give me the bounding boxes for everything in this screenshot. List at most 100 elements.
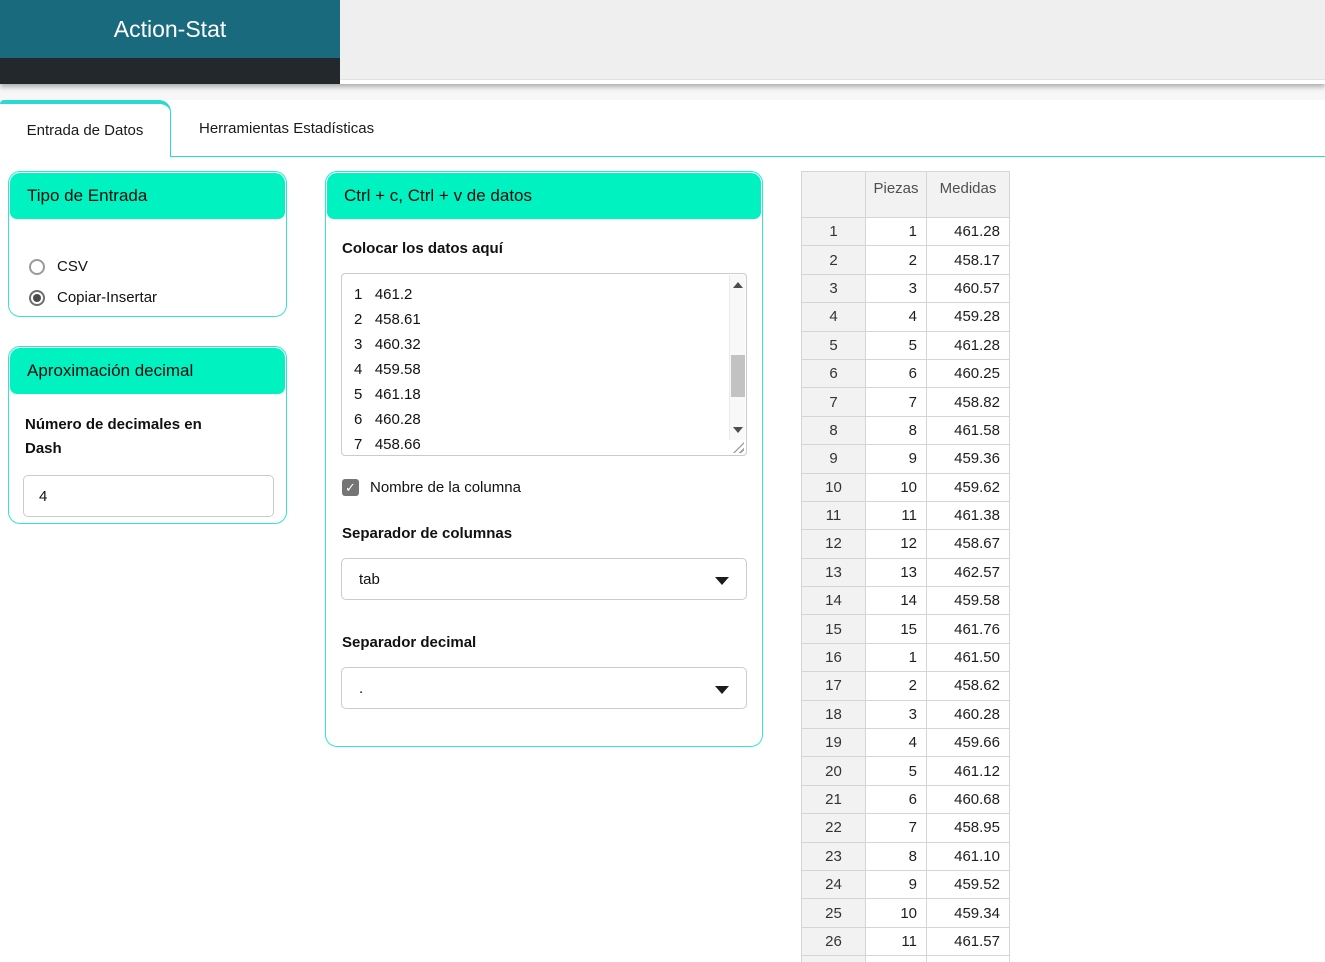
piezas-cell[interactable]: 4 (865, 728, 927, 758)
decimals-input[interactable] (23, 475, 274, 517)
medidas-cell[interactable]: 458.67 (926, 529, 1010, 559)
table-row: 26 11 461.57 (801, 926, 1010, 957)
paste-textarea[interactable]: 15 461.22 1 461.2 2 458.61 3 460.32 4 45… (341, 273, 747, 456)
scroll-down-icon[interactable] (733, 427, 743, 433)
radio-selected-icon (29, 289, 45, 306)
medidas-cell[interactable]: 459.62 (926, 472, 1010, 502)
medidas-cell[interactable]: 461.38 (926, 500, 1010, 531)
row-index-cell: 10 (801, 472, 866, 502)
piezas-cell[interactable]: 6 (865, 784, 927, 815)
scroll-up-icon[interactable] (733, 282, 743, 288)
paste-textarea-content: 15 461.22 1 461.2 2 458.61 3 460.32 4 45… (354, 274, 421, 453)
tab-entrada-de-datos[interactable]: Entrada de Datos (0, 100, 171, 157)
piezas-cell[interactable]: 8 (865, 841, 927, 871)
input-type-radio-group: CSV Copiar-Insertar (9, 220, 286, 316)
medidas-cell[interactable]: 461.58 (926, 415, 1010, 446)
header-gray-panel (340, 0, 1325, 80)
row-index-cell: 11 (801, 500, 866, 531)
row-index-cell: 6 (801, 358, 866, 389)
piezas-cell[interactable]: 2 (865, 245, 927, 275)
piezas-cell[interactable]: 9 (865, 444, 927, 474)
piezas-cell[interactable] (865, 955, 927, 962)
medidas-cell[interactable] (926, 955, 1010, 962)
medidas-cell[interactable]: 462.57 (926, 557, 1010, 588)
tab-herramientas-estadisticas[interactable]: Herramientas Estadísticas (171, 100, 402, 157)
row-index-cell: 3 (801, 273, 866, 304)
data-table: Piezas Medidas 1 1 461.28 2 2 458.17 3 3 460.57 4… (801, 171, 1010, 962)
medidas-cell[interactable]: 461.76 (926, 614, 1010, 644)
scrollbar-thumb[interactable] (731, 355, 745, 397)
column-separator-label: Separador de columnas (342, 525, 513, 542)
medidas-cell[interactable]: 458.62 (926, 671, 1010, 701)
piezas-cell[interactable]: 10 (865, 472, 927, 502)
table-row: 9 9 459.36 (801, 444, 1010, 474)
piezas-cell[interactable]: 7 (865, 387, 927, 417)
medidas-cell[interactable]: 459.36 (926, 444, 1010, 474)
input-type-panel-title: Tipo de Entrada (10, 173, 285, 219)
medidas-cell[interactable]: 459.28 (926, 302, 1010, 332)
piezas-cell[interactable]: 11 (865, 500, 927, 531)
column-name-checkbox-row[interactable]: ✓ Nombre de la columna (342, 479, 746, 496)
radio-option-copiar-insertar[interactable]: Copiar-Insertar (29, 289, 286, 306)
medidas-cell[interactable]: 461.10 (926, 841, 1010, 871)
medidas-cell[interactable]: 458.17 (926, 245, 1010, 275)
row-index-cell: 18 (801, 699, 866, 730)
piezas-cell[interactable]: 15 (865, 614, 927, 644)
medidas-cell[interactable]: 461.50 (926, 642, 1010, 673)
piezas-cell[interactable]: 6 (865, 358, 927, 389)
row-index-cell: 2 (801, 245, 866, 275)
piezas-cell[interactable]: 5 (865, 756, 927, 786)
decimal-separator-select[interactable]: . (341, 667, 747, 709)
tab-label: Herramientas Estadísticas (199, 120, 375, 137)
medidas-cell[interactable]: 458.82 (926, 387, 1010, 417)
medidas-cell[interactable]: 461.12 (926, 756, 1010, 786)
medidas-cell[interactable]: 461.28 (926, 330, 1010, 360)
medidas-cell[interactable]: 461.57 (926, 926, 1010, 957)
textarea-scrollbar[interactable] (729, 275, 745, 440)
table-row: 20 5 461.12 (801, 756, 1010, 786)
piezas-cell[interactable]: 12 (865, 529, 927, 559)
table-row: 12 12 458.67 (801, 529, 1010, 559)
piezas-cell[interactable]: 2 (865, 671, 927, 701)
medidas-cell[interactable]: 459.34 (926, 898, 1010, 928)
piezas-cell[interactable]: 4 (865, 302, 927, 332)
piezas-cell[interactable]: 13 (865, 557, 927, 588)
piezas-cell[interactable]: 3 (865, 273, 927, 304)
resize-grip-icon[interactable] (733, 442, 744, 453)
medidas-cell[interactable]: 460.68 (926, 784, 1010, 815)
table-row: 25 10 459.34 (801, 898, 1010, 928)
piezas-cell[interactable]: 11 (865, 926, 927, 957)
row-index-cell: 8 (801, 415, 866, 446)
row-index-cell: 20 (801, 756, 866, 786)
medidas-cell[interactable]: 460.25 (926, 358, 1010, 389)
piezas-cell[interactable]: 1 (865, 216, 927, 247)
checkbox-checked-icon[interactable]: ✓ (342, 479, 359, 496)
piezas-cell[interactable]: 10 (865, 898, 927, 928)
main-content: Tipo de Entrada CSV Copiar-Insertar Apro… (0, 171, 1325, 962)
medidas-cell[interactable]: 458.95 (926, 813, 1010, 843)
piezas-cell[interactable]: 5 (865, 330, 927, 360)
medidas-cell[interactable]: 461.28 (926, 216, 1010, 247)
checkbox-label: Nombre de la columna (370, 479, 521, 496)
medidas-cell[interactable]: 459.66 (926, 728, 1010, 758)
row-index-cell: 19 (801, 728, 866, 758)
medidas-cell[interactable]: 460.57 (926, 273, 1010, 304)
row-index-cell: 16 (801, 642, 866, 673)
row-index-cell: 24 (801, 869, 866, 900)
radio-option-csv[interactable]: CSV (29, 258, 286, 275)
piezas-cell[interactable]: 1 (865, 642, 927, 673)
table-row: 14 14 459.58 (801, 586, 1010, 616)
data-table-body: 1 1 461.28 2 2 458.17 3 3 460.57 4 4 459.28 5 5 461.28… (801, 216, 1010, 962)
app-title: Action-Stat (113, 15, 227, 42)
piezas-cell[interactable]: 8 (865, 415, 927, 446)
piezas-header-cell: Piezas (865, 171, 927, 218)
medidas-cell[interactable]: 460.28 (926, 699, 1010, 730)
piezas-cell[interactable]: 3 (865, 699, 927, 730)
chevron-down-icon (715, 577, 729, 585)
piezas-cell[interactable]: 9 (865, 869, 927, 900)
medidas-cell[interactable]: 459.52 (926, 869, 1010, 900)
column-separator-select[interactable]: tab (341, 558, 747, 600)
piezas-cell[interactable]: 7 (865, 813, 927, 843)
piezas-cell[interactable]: 14 (865, 586, 927, 616)
medidas-cell[interactable]: 459.58 (926, 586, 1010, 616)
